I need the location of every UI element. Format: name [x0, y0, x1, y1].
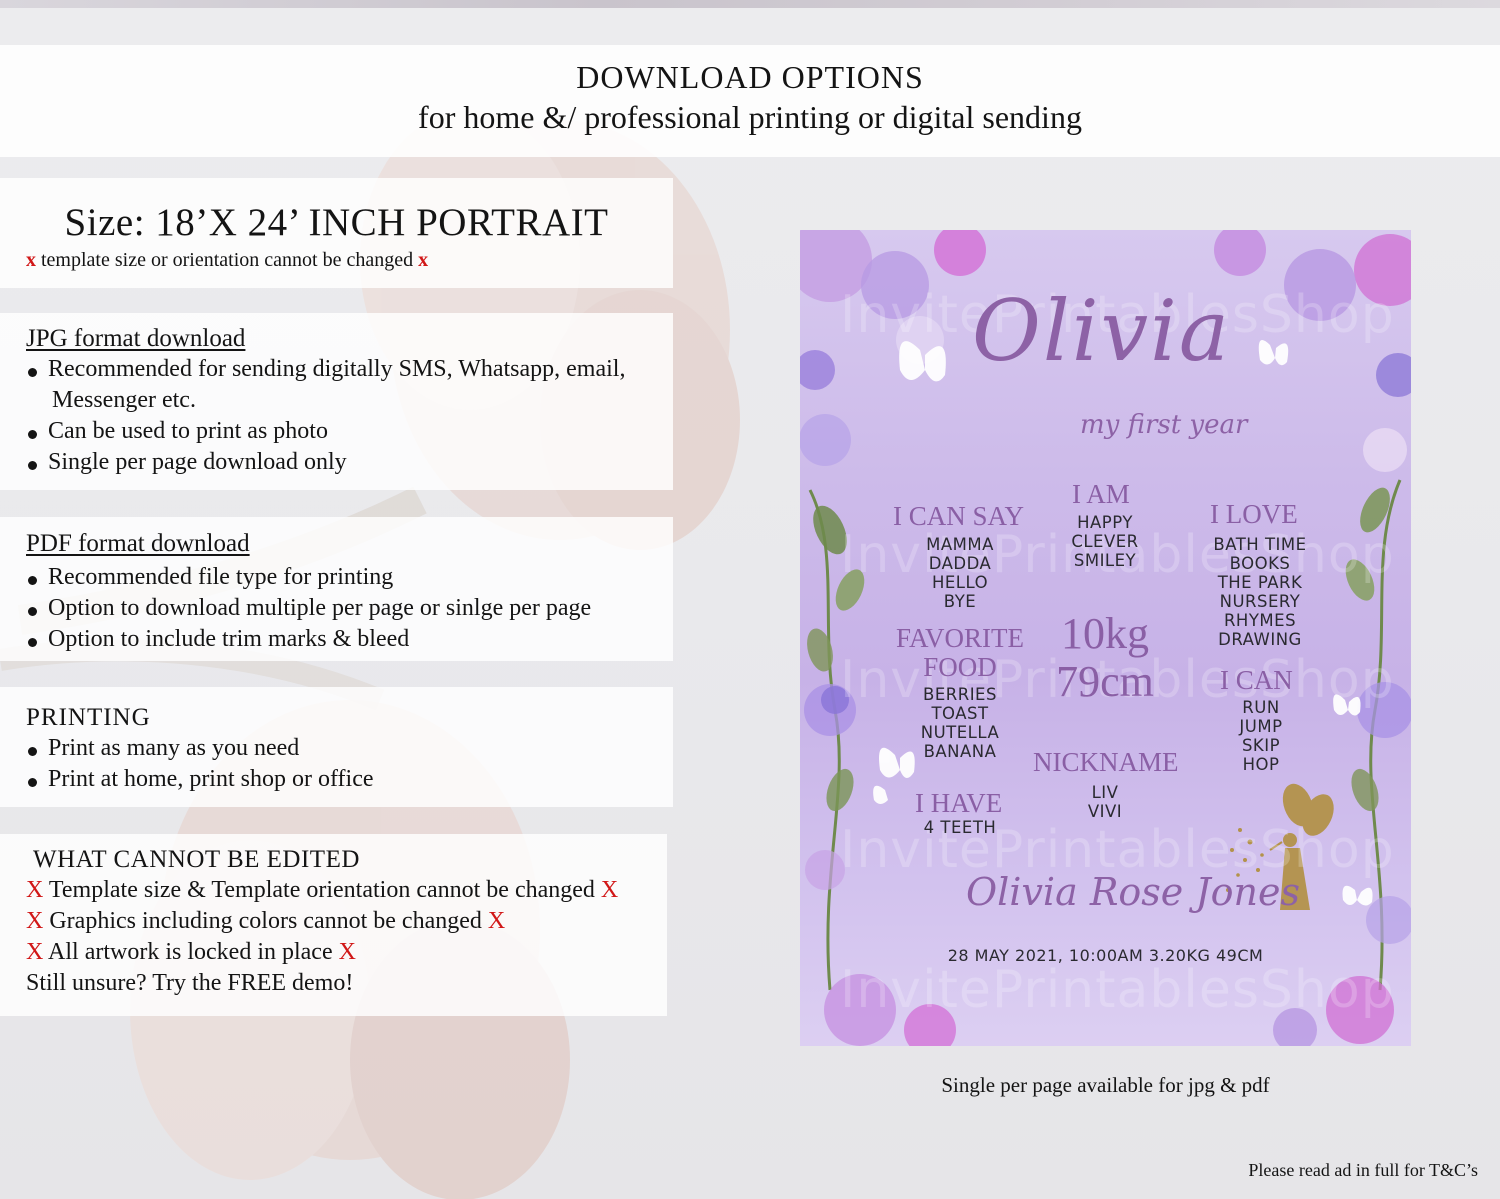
printing-panel: PRINTING Print as many as you need Print…: [0, 687, 673, 807]
list-item: Option to include trim marks & bleed: [26, 624, 673, 655]
red-x-icon: X: [26, 939, 44, 965]
printing-list: Print as many as you need Print at home,…: [26, 733, 673, 795]
poster-baby-name: Olivia: [972, 282, 1231, 380]
free-demo-note: Still unsure? Try the FREE demo!: [26, 970, 354, 996]
cannot-edit-heading: WHAT CANNOT BE EDITED: [33, 846, 360, 873]
i-have-heading: I HAVE: [915, 788, 1003, 818]
cannot-edit-panel: WHAT CANNOT BE EDITED X Template size & …: [0, 834, 667, 1016]
poster-subtitle: my first year: [1080, 410, 1248, 440]
i-love-list: BATH TIME BOOKS THE PARK NURSERY RHYMES …: [1213, 535, 1307, 649]
cannot-edit-line: X Template size & Template orientation c…: [26, 877, 619, 903]
jpg-format-list: Recommended for sending digitally SMS, W…: [26, 354, 673, 478]
red-x-icon: X: [26, 908, 44, 934]
i-can-list: RUN JUMP SKIP HOP: [1239, 698, 1283, 774]
red-x-icon: X: [487, 908, 506, 934]
poster-weight: 10kg: [1061, 609, 1149, 658]
nickname-heading: NICKNAME: [1033, 747, 1179, 777]
download-options-subtitle: for home &/ professional printing or dig…: [418, 98, 1082, 135]
poster-birth-details: 28 MAY 2021, 10:00AM 3.20KG 49CM: [947, 946, 1264, 965]
list-item: Option to download multiple per page or …: [26, 593, 673, 624]
i-have-list: 4 TEETH: [923, 818, 997, 837]
list-item: Single per page download only: [26, 447, 673, 478]
red-x-icon: x: [418, 248, 429, 271]
milestone-poster-preview: InvitePrintablesShop InvitePrintablesSho…: [800, 230, 1411, 1046]
preview-caption: Single per page available for jpg & pdf: [941, 1073, 1270, 1097]
size-note: x template size or orientation cannot be…: [0, 249, 673, 272]
i-can-say-heading: I CAN SAY: [893, 501, 1025, 531]
jpg-format-panel: JPG format download Recommended for send…: [0, 313, 673, 490]
size-title: Size: 18’X 24’ INCH PORTRAIT: [64, 201, 609, 244]
poster-full-name: Olivia Rose Jones: [966, 870, 1300, 914]
size-panel: Size: 18’X 24’ INCH PORTRAIT x template …: [0, 178, 673, 288]
red-x-icon: X: [600, 877, 619, 903]
cannot-edit-line: X Graphics including colors cannot be ch…: [26, 908, 506, 934]
header-band: DOWNLOAD OPTIONS for home &/ professiona…: [0, 45, 1500, 157]
pdf-format-heading: PDF format download: [26, 530, 250, 557]
size-note-text: template size or orientation cannot be c…: [41, 248, 414, 271]
jpg-format-heading: JPG format download: [26, 325, 246, 352]
list-item: Print as many as you need: [26, 733, 673, 764]
cannot-edit-line: X All artwork is locked in place X: [26, 939, 356, 965]
red-x-icon: x: [26, 248, 36, 271]
pdf-format-panel: PDF format download Recommended file typ…: [0, 517, 673, 661]
i-can-heading: I CAN: [1220, 665, 1293, 695]
list-item: Recommended file type for printing: [26, 562, 673, 593]
printing-heading: PRINTING: [26, 704, 151, 731]
download-options-title: DOWNLOAD OPTIONS: [576, 59, 924, 95]
poster-height: 79cm: [1056, 657, 1154, 706]
nickname-list: LIV VIVI: [1087, 783, 1123, 821]
pdf-format-list: Recommended file type for printing Optio…: [26, 562, 673, 655]
watermark-text: InvitePrintablesShop: [840, 960, 1395, 1020]
red-x-icon: X: [26, 877, 44, 903]
i-am-list: HAPPY CLEVER SMILEY: [1071, 513, 1139, 570]
terms-footnote: Please read ad in full for T&C’s: [1248, 1160, 1478, 1180]
i-love-heading: I LOVE: [1210, 499, 1298, 529]
list-item: Print at home, print shop or office: [26, 764, 673, 795]
i-can-say-list: MAMMA DADDA HELLO BYE: [926, 535, 994, 611]
i-am-heading: I AM: [1072, 479, 1130, 509]
red-x-icon: X: [338, 939, 356, 965]
list-item: Can be used to print as photo: [26, 416, 673, 447]
favorite-food-heading: FAVORITE FOOD: [895, 623, 1024, 682]
list-item: Recommended for sending digitally SMS, W…: [26, 354, 673, 416]
favorite-food-list: BERRIES TOAST NUTELLA BANANA: [920, 685, 1000, 761]
